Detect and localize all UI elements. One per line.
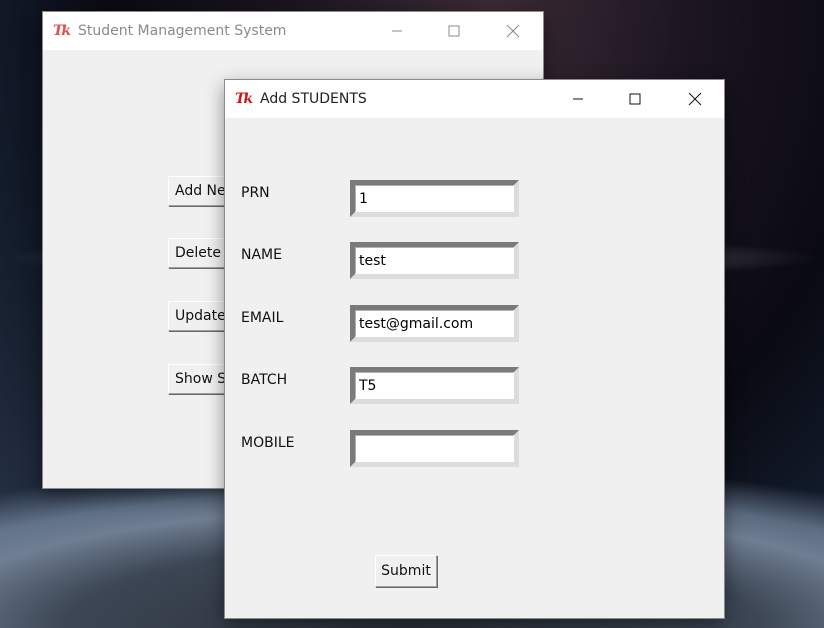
close-button[interactable] (490, 12, 536, 50)
main-window-title: Student Management System (78, 23, 287, 39)
add-students-window: Tk Add STUDENTS PRN NAME EMAIL BATCH MOB… (225, 80, 724, 618)
name-entry (350, 242, 519, 279)
submit-button[interactable]: Submit (375, 555, 437, 587)
tk-icon: Tk (235, 91, 253, 107)
maximize-icon (629, 93, 641, 105)
add-students-title: Add STUDENTS (260, 91, 367, 107)
email-label: EMAIL (241, 310, 284, 326)
add-students-titlebar[interactable]: Tk Add STUDENTS (225, 80, 724, 118)
mobile-label: MOBILE (241, 435, 295, 451)
minimize-icon (573, 98, 583, 100)
batch-input[interactable] (355, 372, 514, 399)
batch-label: BATCH (241, 372, 288, 388)
minimize-icon (392, 30, 402, 32)
email-entry (350, 305, 519, 342)
prn-entry (350, 180, 519, 217)
prn-label: PRN (241, 185, 270, 201)
close-icon (688, 92, 702, 106)
maximize-button[interactable] (612, 80, 658, 118)
main-window-titlebar[interactable]: Tk Student Management System (43, 12, 543, 50)
email-input[interactable] (355, 310, 514, 337)
close-button[interactable] (672, 80, 718, 118)
prn-input[interactable] (355, 185, 514, 212)
minimize-button[interactable] (555, 80, 601, 118)
minimize-button[interactable] (374, 12, 420, 50)
tk-icon: Tk (53, 23, 71, 39)
maximize-button[interactable] (431, 12, 477, 50)
close-icon (506, 24, 520, 38)
mobile-entry (350, 430, 519, 467)
name-label: NAME (241, 247, 282, 263)
maximize-icon (448, 25, 460, 37)
mobile-input[interactable] (355, 435, 514, 462)
name-input[interactable] (355, 247, 514, 274)
batch-entry (350, 367, 519, 404)
